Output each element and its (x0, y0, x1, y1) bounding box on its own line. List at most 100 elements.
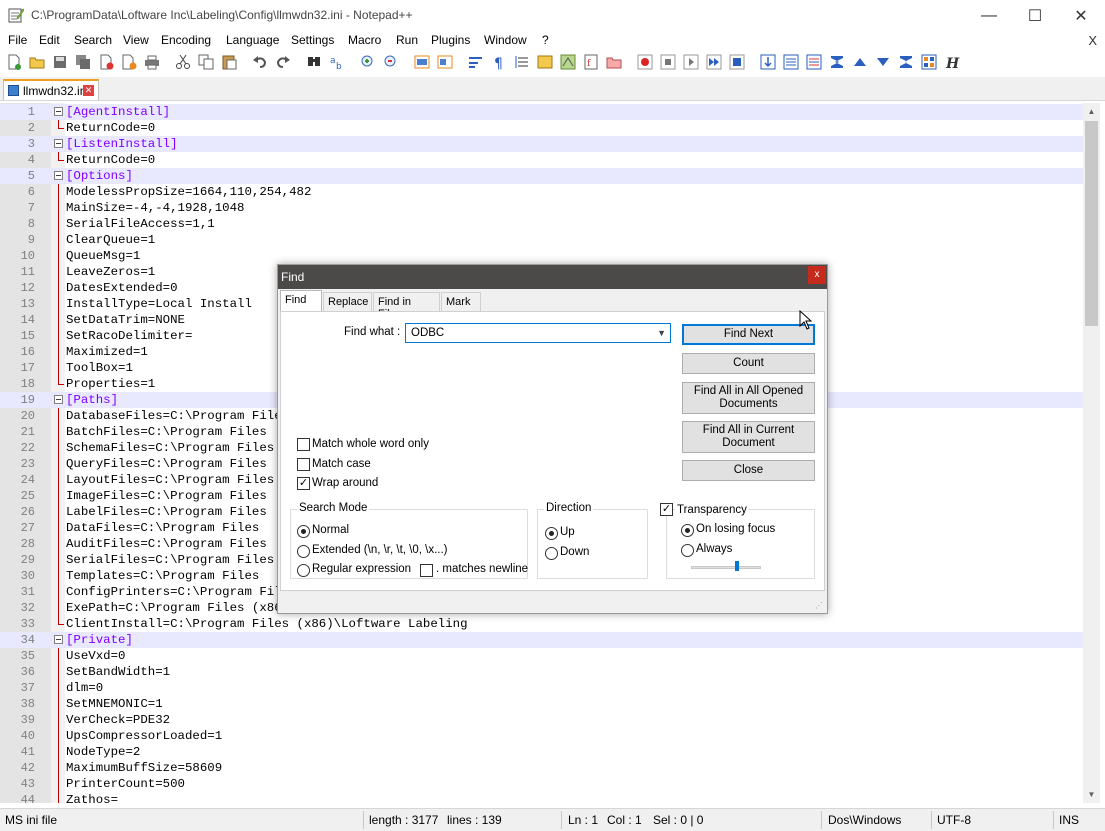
tab-find-in-files[interactable]: Find in Files (373, 292, 440, 320)
transparency-losing-focus-radio[interactable] (681, 524, 694, 537)
sync-vertical-icon[interactable] (414, 54, 430, 70)
code-line[interactable]: 38 SetMNEMONIC=1 (0, 696, 1083, 712)
sync-horizontal-icon[interactable] (437, 54, 453, 70)
maximize-button[interactable]: ☐ (1012, 0, 1058, 31)
minimize-button[interactable]: — (966, 0, 1012, 31)
tab-find[interactable]: Find (280, 290, 322, 312)
find-dialog-close-button[interactable]: x (808, 266, 826, 284)
section-header-line[interactable]: 3 [ListenInstall] (0, 136, 1083, 152)
transparency-always-radio[interactable] (681, 544, 694, 557)
open-file-icon[interactable] (29, 54, 45, 70)
code-line[interactable]: 43 PrinterCount=500 (0, 776, 1083, 792)
tab-mark[interactable]: Mark (441, 292, 481, 311)
menu-run[interactable]: Run (396, 33, 418, 47)
code-line[interactable]: 8 SerialFileAccess=1,1 (0, 216, 1083, 232)
save-icon[interactable] (52, 54, 68, 70)
code-line[interactable]: 36 SetBandWidth=1 (0, 664, 1083, 680)
code-line[interactable]: 9 ClearQueue=1 (0, 232, 1083, 248)
search-mode-regex-radio[interactable] (297, 564, 310, 577)
toolbar-ext-4-icon[interactable] (829, 54, 845, 70)
doc-map-icon[interactable] (560, 54, 576, 70)
matches-newline-label[interactable]: . matches newline (436, 563, 528, 575)
menu-edit[interactable]: Edit (39, 33, 60, 47)
matches-newline-checkbox[interactable] (420, 564, 433, 577)
fold-toggle-icon[interactable] (54, 139, 63, 148)
new-file-icon[interactable] (6, 54, 22, 70)
run-macro-multiple-icon[interactable] (706, 54, 722, 70)
paste-icon[interactable] (221, 54, 237, 70)
undo-icon[interactable] (252, 54, 268, 70)
scroll-down-icon[interactable]: ▼ (1083, 786, 1100, 803)
section-header-line[interactable]: 1 [AgentInstall] (0, 104, 1083, 120)
find-what-input[interactable]: ODBC (411, 327, 444, 339)
menu-file[interactable]: File (8, 33, 27, 47)
print-icon[interactable] (144, 54, 160, 70)
tab-llmwdn32-ini[interactable]: llmwdn32.ini ✕ (3, 79, 99, 100)
code-line[interactable]: 10 QueueMsg=1 (0, 248, 1083, 264)
close-file-icon[interactable] (98, 54, 114, 70)
word-wrap-icon[interactable] (468, 54, 484, 70)
menu-language[interactable]: Language (226, 33, 279, 47)
match-whole-word-checkbox[interactable] (297, 438, 310, 451)
wrap-around-checkbox[interactable]: ✓ (297, 477, 310, 490)
zoom-in-icon[interactable] (360, 54, 376, 70)
menu-encoding[interactable]: Encoding (161, 33, 211, 47)
zoom-out-icon[interactable] (383, 54, 399, 70)
search-mode-normal-label[interactable]: Normal (312, 524, 349, 536)
redo-icon[interactable] (275, 54, 291, 70)
find-all-current-button[interactable]: Find All in Current Document (682, 421, 815, 453)
transparency-checkbox[interactable]: ✓ (660, 503, 673, 516)
wrap-around-label[interactable]: Wrap around (312, 477, 378, 489)
code-line[interactable]: 2 ReturnCode=0 (0, 120, 1083, 136)
search-mode-extended-label[interactable]: Extended (\n, \r, \t, \0, \x...) (312, 544, 448, 556)
menu-view[interactable]: View (123, 33, 149, 47)
close-tab-icon[interactable]: ✕ (83, 85, 94, 96)
menu-search[interactable]: Search (74, 33, 112, 47)
close-window-button[interactable]: ✕ (1058, 0, 1104, 31)
udl-icon[interactable] (537, 54, 553, 70)
match-whole-word-label[interactable]: Match whole word only (312, 438, 429, 450)
toolbar-ext-1-icon[interactable] (760, 54, 776, 70)
save-macro-icon[interactable] (729, 54, 745, 70)
search-mode-normal-radio[interactable] (297, 525, 310, 538)
close-all-icon[interactable] (121, 54, 137, 70)
function-list-icon[interactable]: f (583, 54, 599, 70)
transparency-slider-thumb[interactable] (735, 561, 739, 571)
fold-toggle-icon[interactable] (54, 395, 63, 404)
cut-icon[interactable] (175, 54, 191, 70)
find-next-button[interactable]: Find Next (682, 324, 815, 345)
toolbar-ext-8-icon[interactable] (921, 54, 937, 70)
match-case-checkbox[interactable] (297, 458, 310, 471)
search-mode-extended-radio[interactable] (297, 545, 310, 558)
direction-up-radio[interactable] (545, 527, 558, 540)
scroll-up-icon[interactable]: ▲ (1083, 103, 1100, 120)
menu-settings[interactable]: Settings (291, 33, 334, 47)
code-line[interactable]: 42 MaximumBuffSize=58609 (0, 760, 1083, 776)
toolbar-ext-3-icon[interactable] (806, 54, 822, 70)
stop-macro-icon[interactable] (660, 54, 676, 70)
scrollbar-thumb[interactable] (1085, 121, 1098, 326)
save-all-icon[interactable] (75, 54, 91, 70)
resize-grip-icon[interactable]: ⋰ (815, 601, 825, 611)
code-line[interactable]: 4 ReturnCode=0 (0, 152, 1083, 168)
direction-down-radio[interactable] (545, 547, 558, 560)
close-button[interactable]: Close (682, 460, 815, 481)
menu-help[interactable]: ? (542, 33, 549, 47)
tab-replace[interactable]: Replace (323, 292, 372, 311)
transparency-slider-track[interactable] (691, 566, 761, 569)
toolbar-ext-6-icon[interactable] (875, 54, 891, 70)
fold-toggle-icon[interactable] (54, 107, 63, 116)
folder-workspace-icon[interactable] (606, 54, 622, 70)
copy-icon[interactable] (198, 54, 214, 70)
find-all-opened-button[interactable]: Find All in All Opened Documents (682, 382, 815, 414)
fold-toggle-icon[interactable] (54, 171, 63, 180)
replace-icon[interactable]: ab (329, 54, 345, 70)
indent-guide-icon[interactable] (514, 54, 530, 70)
show-all-chars-icon[interactable]: ¶ (491, 54, 507, 70)
search-mode-regex-label[interactable]: Regular expression (312, 563, 411, 575)
find-icon[interactable] (306, 54, 322, 70)
toolbar-ext-7-icon[interactable] (898, 54, 914, 70)
code-line[interactable]: 39 VerCheck=PDE32 (0, 712, 1083, 728)
direction-down-label[interactable]: Down (560, 546, 589, 558)
match-case-label[interactable]: Match case (312, 458, 371, 470)
